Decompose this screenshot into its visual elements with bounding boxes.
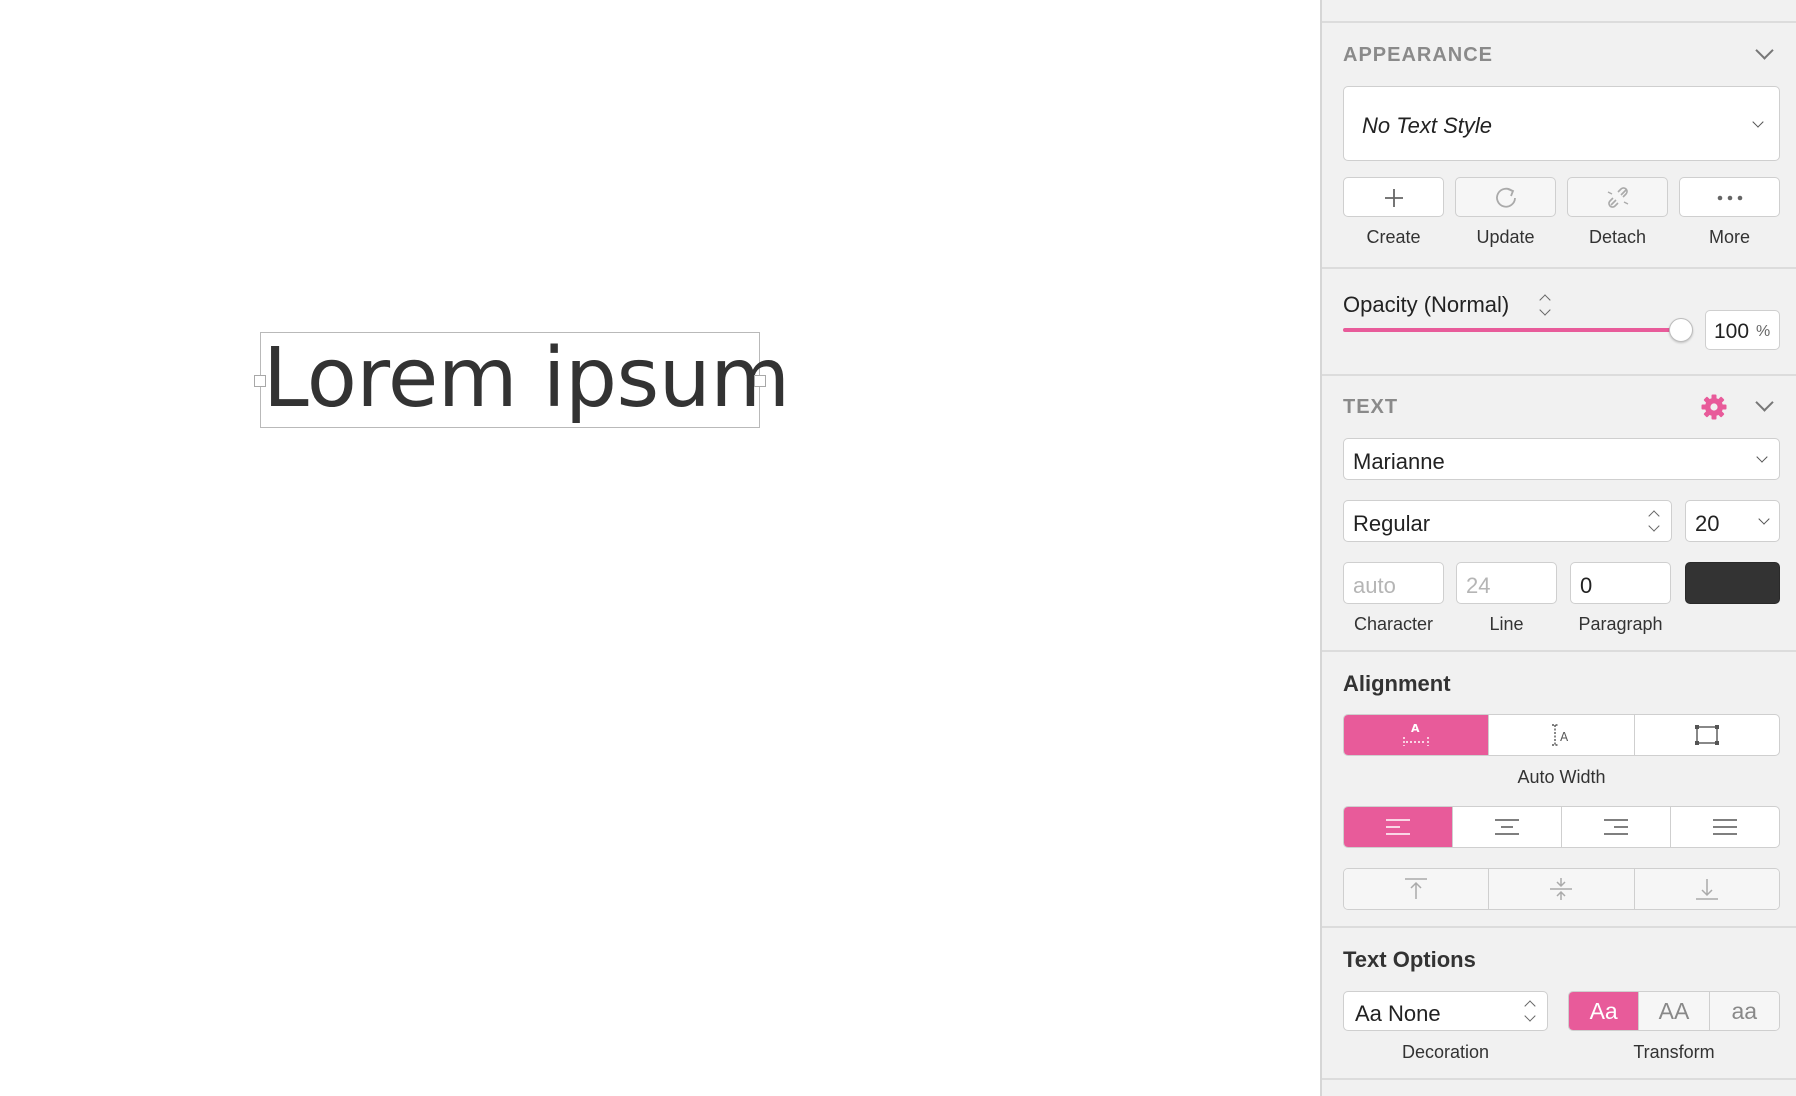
transform-lowercase-button[interactable]: aa — [1709, 992, 1779, 1030]
chevron-down-icon — [1752, 116, 1764, 128]
auto-width-label: Auto Width — [1517, 767, 1606, 787]
align-left-icon — [1386, 819, 1410, 835]
divider — [1322, 650, 1796, 652]
text-behaviour-segmented[interactable]: A A — [1343, 714, 1780, 756]
text-collapse-chevron-icon[interactable] — [1755, 393, 1774, 412]
svg-text:A: A — [1411, 722, 1420, 735]
text-color-swatch[interactable] — [1685, 562, 1780, 604]
detach-link-icon — [1607, 187, 1629, 208]
line-label: Line — [1489, 614, 1524, 634]
appearance-section-title: APPEARANCE — [1343, 44, 1494, 66]
divider — [1322, 267, 1796, 269]
divider — [1322, 926, 1796, 928]
align-center-button[interactable] — [1453, 807, 1562, 847]
align-left-button[interactable] — [1344, 807, 1453, 847]
inspector-panel: APPEARANCE No Text Style Create Update D… — [1320, 0, 1796, 1096]
text-transform-segmented[interactable]: Aa AA aa — [1568, 991, 1780, 1031]
align-middle-icon — [1550, 878, 1573, 900]
font-size-value: 20 — [1695, 511, 1720, 536]
alignment-title: Alignment — [1343, 671, 1451, 696]
plus-icon — [1385, 189, 1403, 207]
divider — [1322, 21, 1796, 23]
transform-lowercase-label: aa — [1731, 997, 1758, 1024]
auto-width-icon: A — [1403, 722, 1429, 746]
align-justify-button[interactable] — [1671, 807, 1779, 847]
character-spacing-placeholder: auto — [1353, 573, 1396, 598]
line-height-placeholder: 24 — [1466, 573, 1491, 598]
detach-style-button[interactable] — [1567, 177, 1668, 217]
align-right-icon — [1604, 819, 1628, 835]
horizontal-alignment-segmented[interactable] — [1343, 806, 1780, 848]
opacity-value: 100 — [1714, 320, 1750, 343]
text-options-title: Text Options — [1343, 947, 1476, 972]
paragraph-label: Paragraph — [1578, 614, 1663, 634]
auto-height-button[interactable]: A — [1489, 715, 1635, 755]
svg-text:A: A — [1560, 730, 1569, 744]
create-style-button[interactable] — [1343, 177, 1444, 217]
transform-none-button[interactable]: Aa — [1569, 992, 1640, 1030]
canvas-text[interactable]: Lorem ipsum — [263, 331, 790, 427]
decoration-label: Decoration — [1401, 1042, 1490, 1062]
detach-label: Detach — [1588, 227, 1647, 247]
decoration-value: Aa None — [1355, 1001, 1441, 1026]
opacity-slider-fill[interactable] — [1343, 328, 1681, 332]
text-style-dropdown[interactable]: No Text Style — [1343, 86, 1780, 161]
gear-icon[interactable] — [1700, 393, 1728, 421]
auto-width-button[interactable]: A — [1344, 715, 1490, 755]
more-options-button[interactable] — [1679, 177, 1780, 217]
chevron-down-icon — [1756, 451, 1768, 463]
align-bottom-icon — [1695, 879, 1718, 900]
update-label: Update — [1476, 227, 1535, 247]
opacity-input[interactable]: 100 % — [1705, 310, 1780, 350]
align-center-icon — [1495, 819, 1519, 835]
more-icon — [1717, 195, 1743, 201]
align-top-icon — [1405, 878, 1428, 899]
transform-label: Transform — [1633, 1042, 1715, 1062]
canvas[interactable]: Lorem ipsum — [0, 0, 1320, 1096]
align-top-button[interactable] — [1344, 869, 1490, 909]
line-height-input[interactable]: 24 — [1456, 562, 1557, 604]
font-size-combobox[interactable]: 20 — [1685, 500, 1780, 542]
fixed-size-icon — [1694, 725, 1719, 745]
stepper-icon — [1648, 510, 1660, 532]
resize-handle-right[interactable] — [754, 375, 766, 387]
refresh-icon — [1496, 187, 1516, 208]
more-label: More — [1708, 227, 1750, 247]
text-layer-selection[interactable]: Lorem ipsum — [254, 331, 790, 428]
font-weight-select[interactable]: Regular — [1343, 500, 1672, 542]
update-style-button[interactable] — [1455, 177, 1556, 217]
character-spacing-input[interactable]: auto — [1343, 562, 1444, 604]
auto-height-icon: A — [1552, 724, 1569, 746]
paragraph-spacing-input[interactable]: 0 — [1570, 562, 1671, 604]
text-section-title: TEXT — [1343, 396, 1399, 418]
divider — [1322, 1078, 1796, 1080]
text-style-value: No Text Style — [1362, 113, 1493, 138]
chevron-down-icon — [1758, 513, 1770, 525]
appearance-collapse-chevron-icon[interactable] — [1755, 41, 1774, 60]
resize-handle-left[interactable] — [254, 375, 266, 387]
divider — [1322, 374, 1796, 376]
opacity-unit: % — [1756, 323, 1771, 340]
font-family-value: Marianne — [1353, 449, 1445, 474]
opacity-slider-knob[interactable] — [1669, 318, 1693, 342]
stepper-icon — [1524, 1000, 1536, 1022]
character-label: Character — [1353, 614, 1434, 634]
fixed-size-button[interactable] — [1635, 715, 1779, 755]
align-bottom-button[interactable] — [1634, 869, 1779, 909]
create-label: Create — [1366, 227, 1421, 247]
align-right-button[interactable] — [1562, 807, 1671, 847]
opacity-blend-label[interactable]: Opacity (Normal) — [1343, 292, 1509, 318]
transform-uppercase-label: AA — [1658, 997, 1690, 1024]
align-middle-button[interactable] — [1489, 869, 1635, 909]
transform-none-label: Aa — [1589, 997, 1618, 1024]
font-family-dropdown[interactable]: Marianne — [1343, 438, 1780, 480]
paragraph-spacing-value: 0 — [1580, 573, 1593, 598]
transform-uppercase-button[interactable]: AA — [1639, 992, 1710, 1030]
align-justify-icon — [1713, 819, 1737, 835]
decoration-select[interactable]: Aa None — [1343, 991, 1548, 1031]
blend-mode-stepper-icon[interactable] — [1539, 294, 1551, 316]
font-weight-value: Regular — [1353, 511, 1431, 536]
vertical-alignment-segmented[interactable] — [1343, 868, 1780, 910]
